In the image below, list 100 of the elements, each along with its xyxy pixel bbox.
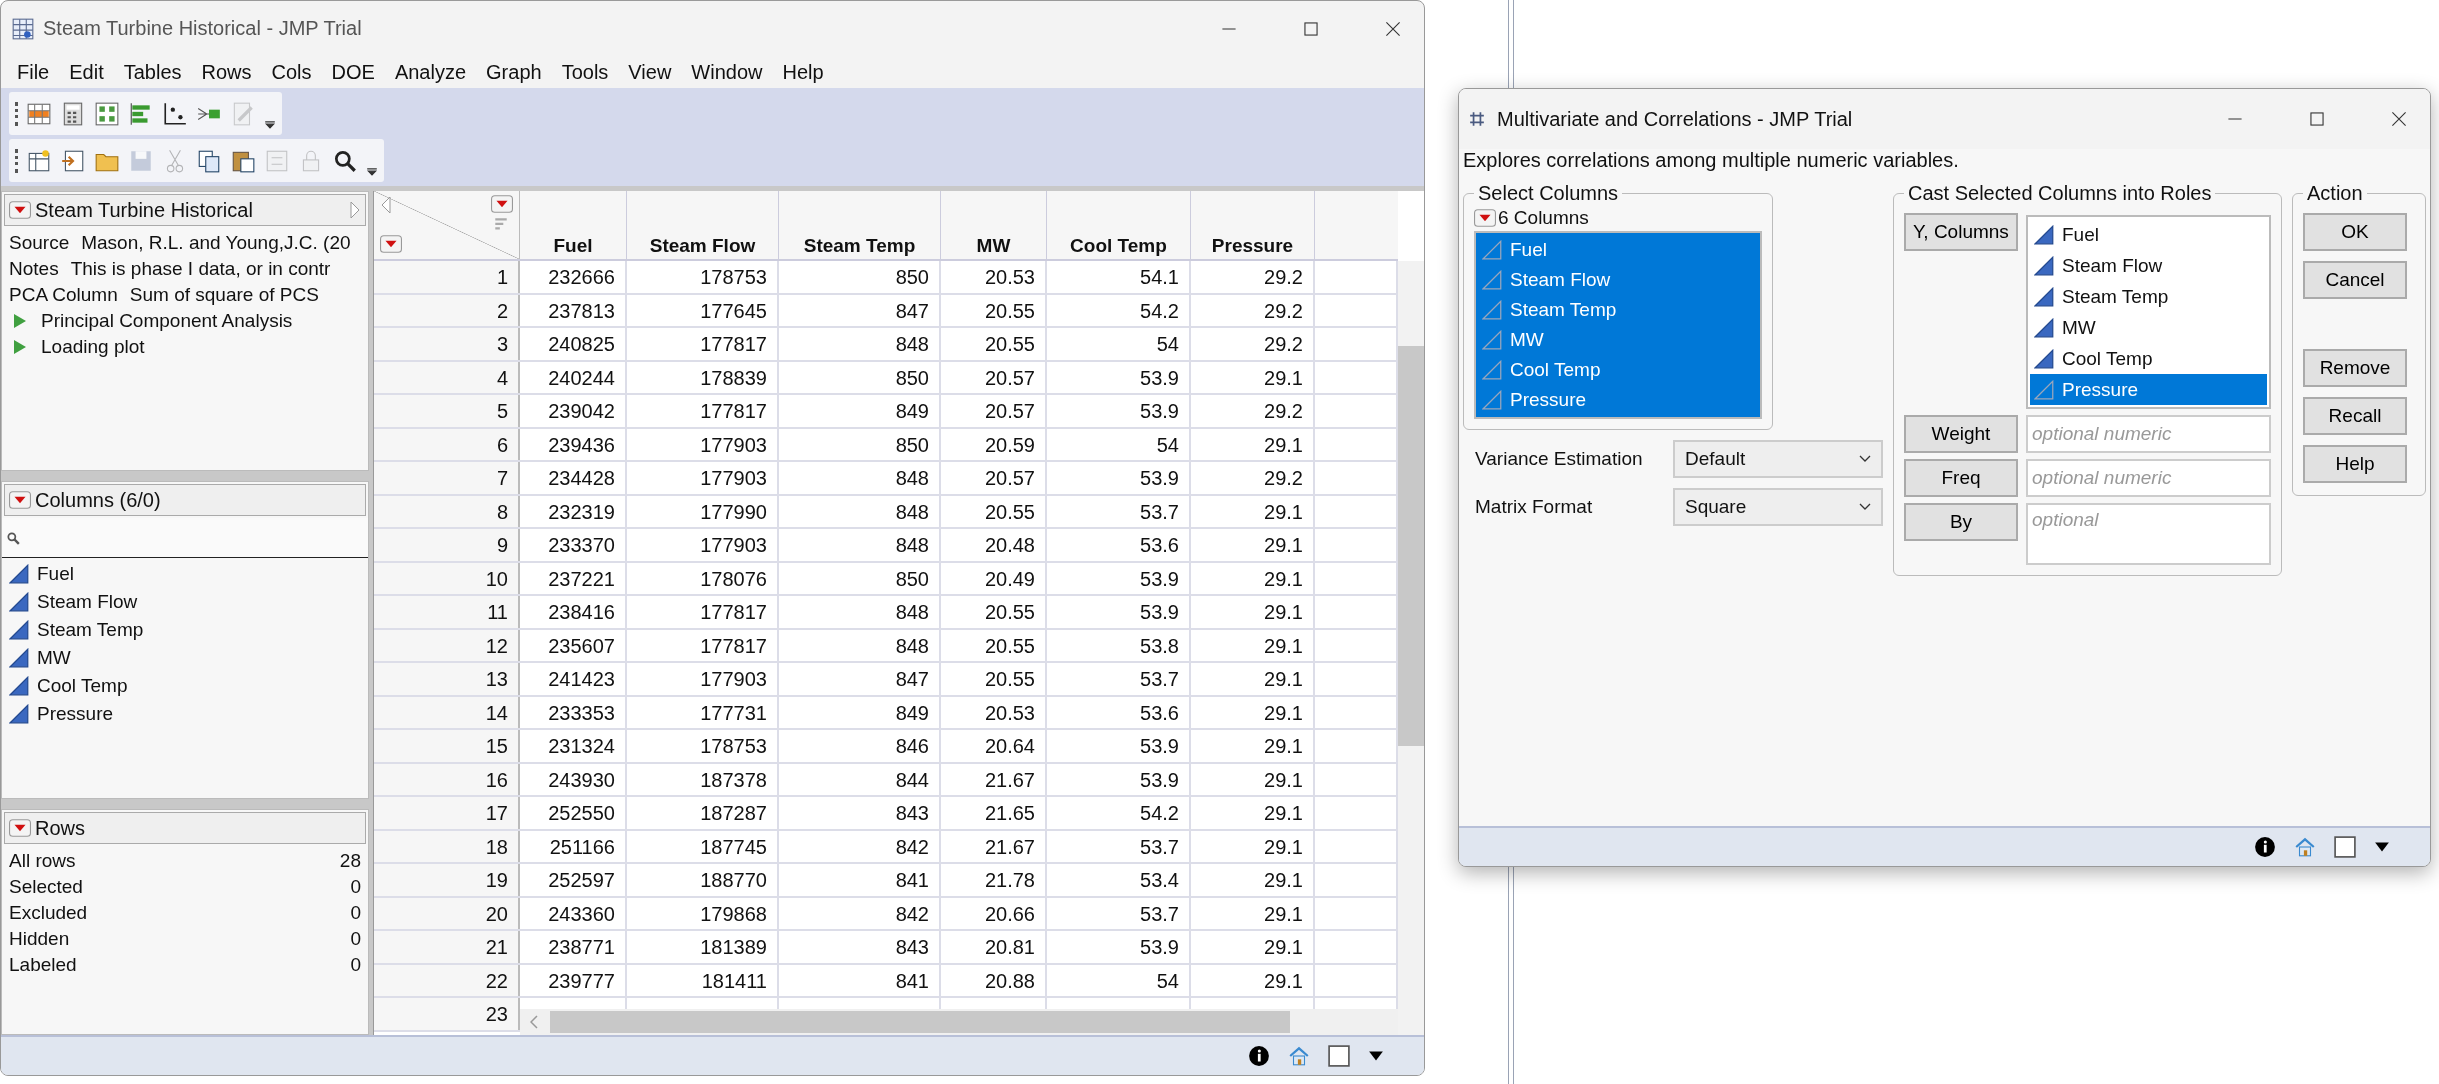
dropdown-icon[interactable] [9, 491, 31, 509]
collapse-icon[interactable] [380, 195, 392, 215]
row-number[interactable]: 5 [374, 395, 520, 427]
column-header[interactable]: MW [941, 191, 1047, 259]
column-header[interactable]: Steam Temp [779, 191, 941, 259]
dialog-button[interactable]: Cancel [2303, 261, 2407, 299]
dialog-button[interactable]: Help [2303, 445, 2407, 483]
list-item[interactable]: Cool Temp [2030, 343, 2267, 374]
play-icon[interactable] [13, 339, 27, 355]
role-button[interactable]: Y, Columns [1904, 213, 2018, 251]
row-number[interactable]: 19 [374, 864, 520, 896]
input-field[interactable]: optional [2026, 503, 2271, 565]
row-number[interactable]: 9 [374, 529, 520, 561]
dialog-button[interactable]: Remove [2303, 349, 2407, 387]
row-number[interactable]: 3 [374, 328, 520, 360]
dropdown[interactable]: Default [1673, 440, 1883, 478]
row-number[interactable]: 6 [374, 428, 520, 460]
row-number[interactable]: 4 [374, 361, 520, 393]
column-name[interactable]: MW [37, 644, 71, 672]
row-number[interactable]: 15 [374, 730, 520, 762]
menu-item[interactable]: View [618, 60, 682, 84]
menu-item[interactable]: File [7, 60, 60, 84]
panel-header[interactable]: Columns (6/0) [4, 484, 366, 516]
checkbox-icon[interactable] [2334, 836, 2356, 858]
row-number[interactable]: 18 [374, 830, 520, 862]
dropdown-icon[interactable] [491, 195, 513, 213]
list-item[interactable]: Steam Temp [2030, 281, 2267, 312]
info-icon[interactable] [1248, 1045, 1270, 1067]
caret-icon[interactable] [1368, 1050, 1384, 1062]
dropdown[interactable]: Square [1673, 488, 1883, 526]
dialog-button[interactable]: OK [2303, 213, 2407, 251]
menu-item[interactable]: Rows [191, 60, 262, 84]
column-name[interactable]: Cool Temp [37, 672, 128, 700]
column-header[interactable]: Steam Flow [627, 191, 779, 259]
row-number[interactable]: 10 [374, 562, 520, 594]
home-icon[interactable] [1288, 1045, 1310, 1067]
table-cell: 53.9 [1047, 596, 1191, 628]
table-script[interactable]: Loading plot [41, 334, 145, 360]
role-button[interactable]: By [1904, 503, 2018, 541]
menu-item[interactable]: Cols [261, 60, 322, 84]
vertical-scrollbar[interactable] [1398, 261, 1424, 1035]
menu-item[interactable]: Tools [551, 60, 619, 84]
row-number[interactable]: 21 [374, 931, 520, 963]
column-header[interactable]: Fuel [520, 191, 627, 259]
column-name[interactable]: Pressure [37, 700, 114, 728]
input-field[interactable]: optional numeric [2026, 459, 2271, 497]
menu-item[interactable]: DOE [321, 60, 385, 84]
panel-header[interactable]: Steam Turbine Historical [4, 194, 366, 226]
row-number[interactable]: 22 [374, 964, 520, 996]
column-name[interactable]: Fuel [37, 560, 74, 588]
list-item[interactable]: Fuel [2030, 219, 2267, 250]
menu-item[interactable]: Analyze [384, 60, 477, 84]
menu-item[interactable]: Edit [59, 60, 114, 84]
dropdown-icon[interactable] [9, 201, 31, 219]
row-number[interactable]: 23 [374, 998, 520, 1030]
role-button[interactable]: Freq [1904, 459, 2018, 497]
checkbox-icon[interactable] [1328, 1045, 1350, 1067]
dropdown-icon[interactable] [1474, 209, 1496, 227]
dropdown-icon[interactable] [9, 819, 31, 837]
row-number[interactable]: 8 [374, 495, 520, 527]
collapse-icon[interactable] [349, 200, 361, 220]
role-list[interactable]: Fuel Steam Flow Steam Temp MW Cool Temp Pressure [2026, 215, 2271, 409]
row-number[interactable]: 20 [374, 897, 520, 929]
column-list[interactable]: Fuel Steam Flow Steam Temp MW Cool Temp Pressure [1474, 231, 1762, 419]
column-name[interactable]: Steam Flow [37, 588, 138, 616]
row-number[interactable]: 1 [374, 261, 520, 293]
table-script[interactable]: Principal Component Analysis [41, 308, 293, 334]
column-name[interactable]: Steam Temp [37, 616, 144, 644]
row-number[interactable]: 14 [374, 696, 520, 728]
row-number[interactable]: 17 [374, 797, 520, 829]
menu-item[interactable]: Window [681, 60, 773, 84]
grid-icon[interactable] [94, 100, 120, 127]
menu-item[interactable]: Graph [476, 60, 552, 84]
list-item[interactable]: MW [2030, 312, 2267, 343]
column-header[interactable]: Cool Temp [1047, 191, 1191, 259]
list-item[interactable]: Pressure [2030, 374, 2267, 405]
row-number[interactable]: 16 [374, 763, 520, 795]
table-cell: 177817 [627, 395, 779, 427]
panel-header[interactable]: Rows [4, 812, 366, 844]
dropdown-icon[interactable] [380, 235, 402, 253]
horizontal-scrollbar[interactable] [520, 1009, 1398, 1035]
input-field[interactable]: optional numeric [2026, 415, 2271, 453]
row-number[interactable]: 7 [374, 462, 520, 494]
row-number[interactable]: 12 [374, 629, 520, 661]
menu-item[interactable]: Tables [113, 60, 192, 84]
home-icon[interactable] [2294, 836, 2316, 858]
row-number[interactable]: 13 [374, 663, 520, 695]
list-item[interactable]: Steam Flow [2030, 250, 2267, 281]
role-button[interactable]: Weight [1904, 415, 2018, 453]
play-icon[interactable] [13, 313, 27, 329]
panel-title: Rows [35, 816, 85, 840]
caret-icon[interactable] [2374, 841, 2390, 853]
new-table-icon[interactable] [26, 147, 52, 174]
table-cell: 53.9 [1047, 730, 1191, 762]
row-number[interactable]: 2 [374, 294, 520, 326]
row-number[interactable]: 11 [374, 596, 520, 628]
menu-item[interactable]: Help [772, 60, 834, 84]
info-icon[interactable] [2254, 836, 2276, 858]
column-header[interactable]: Pressure [1191, 191, 1315, 259]
dialog-button[interactable]: Recall [2303, 397, 2407, 435]
